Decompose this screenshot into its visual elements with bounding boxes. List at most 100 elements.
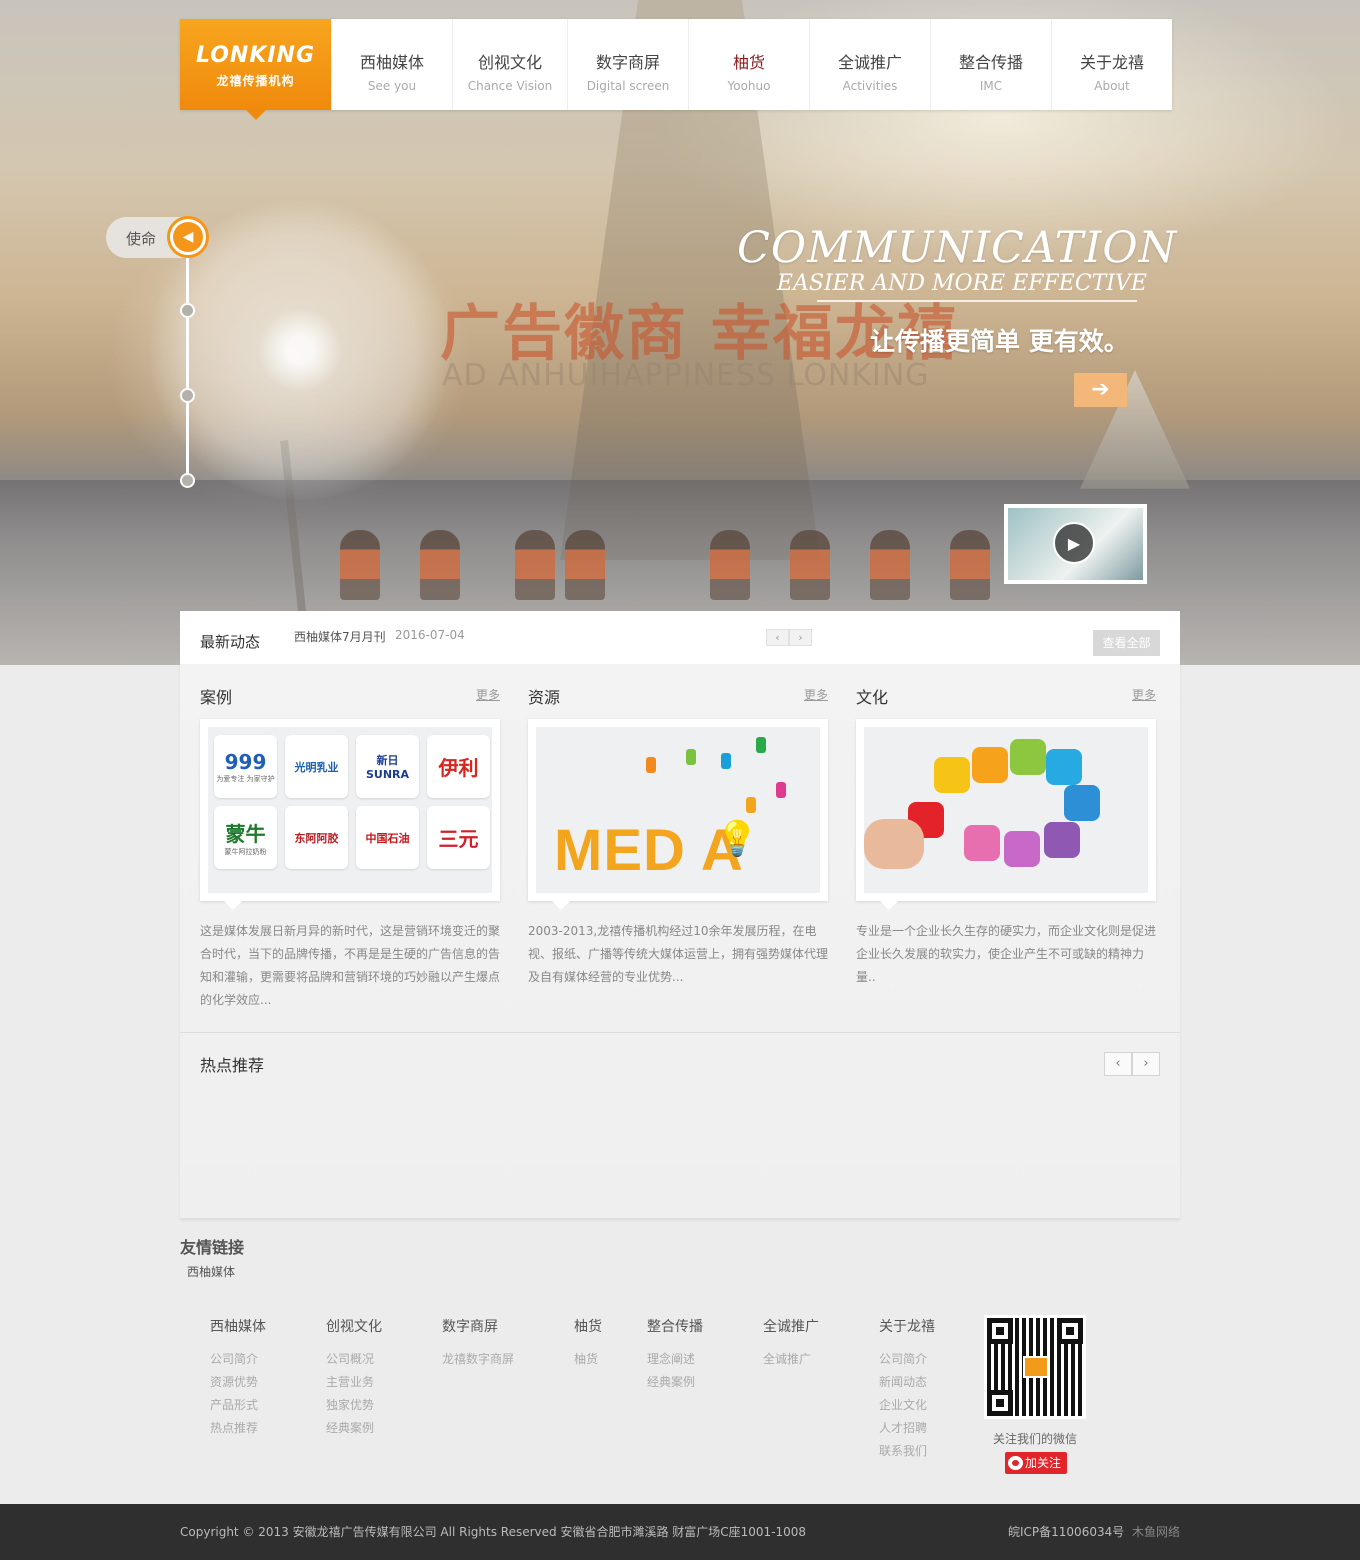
footer-link[interactable]: 新闻动态 <box>879 1371 935 1394</box>
brand-logo: 蒙牛 蒙牛阿拉奶粉 <box>214 806 277 869</box>
section-title: 文化 <box>856 688 889 707</box>
footer-link[interactable]: 联系我们 <box>879 1440 935 1463</box>
brand-logo-subtext: 蒙牛阿拉奶粉 <box>224 848 267 856</box>
nav-item-about[interactable]: 关于龙禧 About <box>1051 19 1172 110</box>
nav-sublabel: IMC <box>979 79 1003 93</box>
more-link[interactable]: 更多 <box>476 686 500 703</box>
footer-link[interactable]: 独家优势 <box>326 1394 382 1417</box>
nav-label: 整合传播 <box>958 53 1023 72</box>
media-image: MED A 💡 <box>536 727 820 893</box>
weibo-follow-label: 加关注 <box>1025 1456 1062 1470</box>
timeline-dot-1[interactable] <box>180 303 195 318</box>
brand-logo-text: 伊利 <box>438 756 479 780</box>
more-link[interactable]: 更多 <box>1132 686 1156 703</box>
chevron-right-icon[interactable]: › <box>1132 1052 1160 1076</box>
nav-label: 关于龙禧 <box>1079 53 1144 72</box>
brand-logo-text: 新日SUNRA <box>365 754 410 781</box>
brand-logo-text: 蒙牛 <box>225 822 266 846</box>
footer-link[interactable]: 主营业务 <box>326 1371 382 1394</box>
brand-logo-subtext: 为爱专注 为家守护 <box>216 774 275 783</box>
section-description: 2003-2013,龙禧传播机构经过10余年发展历程，在电视、报纸、广播等传统大… <box>528 924 829 984</box>
nav-item-digital-screen[interactable]: 数字商屏 Digital screen <box>567 19 688 110</box>
headline-divider <box>817 300 1137 302</box>
nav-sublabel: Activities <box>842 79 898 93</box>
footer-column-title[interactable]: 柚货 <box>574 1316 602 1336</box>
frame-pointer <box>224 901 242 910</box>
footer-column: 西柚媒体公司简介 资源优势 产品形式 热点推荐 <box>210 1316 266 1440</box>
footer-column-title[interactable]: 整合传播 <box>647 1316 703 1336</box>
content-panel: 案例 更多 999 为爱专注 为家守护 光明乳业 新日SUNRA 伊利 蒙牛 蒙牛阿拉奶粉 东… <box>180 664 1180 1219</box>
brand-logo: 新日SUNRA <box>356 735 419 798</box>
chevron-left-icon[interactable]: ‹ <box>1104 1052 1132 1076</box>
footer-column: 整合传播理念阐述 经典案例 <box>647 1316 703 1394</box>
more-link[interactable]: 更多 <box>804 686 828 703</box>
arrow-right-icon: ➔ <box>1091 377 1110 402</box>
footer-link[interactable]: 全诚推广 <box>763 1348 819 1371</box>
play-icon[interactable]: ▶ <box>1053 522 1095 564</box>
footer-link[interactable]: 龙禧数字商屏 <box>442 1348 514 1371</box>
nav-sublabel: Digital screen <box>586 79 670 93</box>
resources-image-frame[interactable]: MED A 💡 <box>528 719 828 910</box>
footer-link[interactable]: 公司简介 <box>210 1348 266 1371</box>
news-item-link[interactable]: 西柚媒体7月月刊 <box>294 628 386 645</box>
icp-link[interactable]: 皖ICP备11006034号 <box>1008 1523 1124 1540</box>
qr-logo <box>1023 1356 1049 1378</box>
mission-toggle[interactable]: 使命 ◀ <box>106 216 209 258</box>
nav-item-chance-vision[interactable]: 创视文化 Chance Vision <box>452 19 567 110</box>
footer-link[interactable]: 公司概况 <box>326 1348 382 1371</box>
nav-sublabel: See you <box>367 79 417 93</box>
footer-link[interactable]: 公司简介 <box>879 1348 935 1371</box>
headline-subtitle: EASIER AND MORE EFFECTIVE <box>776 271 1147 296</box>
site-logo[interactable]: LONKING 龙禧传播机构 <box>180 19 331 120</box>
megaphone-icon: ◀ <box>167 216 209 258</box>
video-thumbnail[interactable]: ▶ <box>1004 504 1147 584</box>
puzzle-image <box>864 727 1148 893</box>
author-link[interactable]: 木鱼网络 <box>1132 1523 1180 1540</box>
footer-column-title[interactable]: 创视文化 <box>326 1316 382 1336</box>
footer-column-title[interactable]: 西柚媒体 <box>210 1316 266 1336</box>
footer-column-title[interactable]: 数字商屏 <box>442 1316 514 1336</box>
footer-link[interactable]: 热点推荐 <box>210 1417 266 1440</box>
section-description: 专业是一个企业长久生存的硬实力，而企业文化则是促进企业长久发展的软实力，使企业产… <box>856 924 1157 984</box>
timeline-dot-2[interactable] <box>180 388 195 403</box>
footer-link[interactable]: 资源优势 <box>210 1371 266 1394</box>
footer-column-title[interactable]: 关于龙禧 <box>879 1316 935 1336</box>
footer-column-title[interactable]: 全诚推广 <box>763 1316 819 1336</box>
footer-link[interactable]: 经典案例 <box>647 1371 703 1394</box>
footer-link[interactable]: 经典案例 <box>326 1417 382 1440</box>
culture-image-frame[interactable] <box>856 719 1156 910</box>
nav-sublabel: Chance Vision <box>467 79 553 93</box>
wechat-caption: 关注我们的微信 <box>993 1432 1078 1446</box>
frame-pointer <box>880 901 898 910</box>
nav-item-see-you[interactable]: 西柚媒体 See you <box>331 19 452 110</box>
timeline-dot-3[interactable] <box>180 473 195 488</box>
footer-link[interactable]: 产品形式 <box>210 1394 266 1417</box>
hot-pager: ‹ › <box>1104 1052 1160 1076</box>
footer-link[interactable]: 企业文化 <box>879 1394 935 1417</box>
nav-item-activities[interactable]: 全诚推广 Activities <box>809 19 930 110</box>
cases-image-frame[interactable]: 999 为爱专注 为家守护 光明乳业 新日SUNRA 伊利 蒙牛 蒙牛阿拉奶粉 东阿阿胶 中国石… <box>200 719 500 910</box>
brand-logo: 东阿阿胶 <box>285 806 348 869</box>
news-title: 最新动态 <box>200 633 261 651</box>
logo-subtitle: 龙禧传播机构 <box>216 74 295 88</box>
news-pager: ‹ › <box>766 629 812 646</box>
nav-item-imc[interactable]: 整合传播 IMC <box>930 19 1051 110</box>
section-divider <box>180 1032 1180 1033</box>
slogan-en: AD ANHUIHAPPINESS LONKING <box>442 358 930 393</box>
timeline-line <box>186 258 189 480</box>
nav-item-yoohuo[interactable]: 柚货 Yoohuo <box>688 19 809 110</box>
footer-link[interactable]: 柚货 <box>574 1348 602 1371</box>
hero-go-button[interactable]: ➔ <box>1074 373 1127 407</box>
wechat-qr-code <box>984 1315 1086 1419</box>
top-navigation: LONKING 龙禧传播机构 西柚媒体 See you 创视文化 Chance … <box>180 19 1172 120</box>
chevron-right-icon[interactable]: › <box>789 629 812 646</box>
nav-label: 西柚媒体 <box>359 53 424 72</box>
footer-link[interactable]: 理念阐述 <box>647 1348 703 1371</box>
nav-label: 柚货 <box>732 53 765 72</box>
weibo-follow-button[interactable]: 加关注 <box>1005 1452 1067 1474</box>
chevron-left-icon[interactable]: ‹ <box>766 629 789 646</box>
view-all-button[interactable]: 查看全部 <box>1093 630 1160 656</box>
footer-link[interactable]: 人才招聘 <box>879 1417 935 1440</box>
brand-logo-text: 东阿阿胶 <box>294 831 339 845</box>
friend-link[interactable]: 西柚媒体 <box>187 1263 235 1280</box>
